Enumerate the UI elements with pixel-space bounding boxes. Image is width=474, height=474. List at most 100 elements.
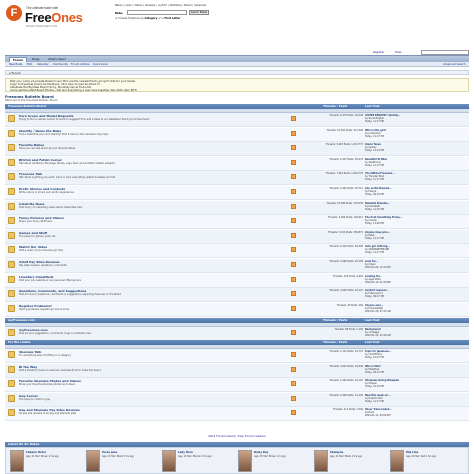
register-link[interactable]: Register — [373, 50, 385, 54]
forum-row[interactable]: Bitchin and Fetish Corner Talk about Amat… — [5, 156, 469, 171]
subtab-community[interactable]: Community — [53, 63, 68, 66]
cam-card[interactable]: Shalayna Age: 22 Hair: Black 4 hrs ago — [314, 450, 388, 472]
rss-feed-icon[interactable] — [291, 330, 296, 335]
cam-thumbnail[interactable] — [162, 450, 176, 472]
forum-row[interactable]: Register Problems? Having problems regist… — [5, 302, 469, 317]
forum-row[interactable]: Celebrity News Post funny or interesting … — [5, 200, 469, 215]
forum-stats: Threads: 2,099 Posts: 22,109 — [329, 260, 363, 263]
forum-row[interactable]: Games and Stuff The place for games, poll… — [5, 229, 469, 244]
cam-info: Age: 25 Hair: Brown 1 hr ago — [254, 455, 286, 458]
last-post-date: Today, 11:17 PM — [365, 163, 384, 167]
subtab-calendar[interactable]: Calendar — [37, 63, 49, 66]
forum-row[interactable]: Favorite Babes Here you can talk about al… — [5, 142, 469, 157]
rss-feed-icon[interactable] — [291, 291, 296, 297]
search-babes-button[interactable]: Search Babes — [189, 10, 209, 15]
subtab-faq[interactable]: FAQ — [27, 63, 32, 66]
forum-last-post: Anyone else... by Frankie2000 2010-01-20, … — [365, 304, 467, 313]
subtab-quick-links[interactable]: Quick Links — [93, 63, 108, 66]
cam-name[interactable]: Shalayna — [330, 451, 343, 454]
cam-thumbnail[interactable] — [314, 450, 328, 472]
cam-name[interactable]: Mia Lina — [406, 451, 418, 454]
cam-card[interactable]: Cabana Hotel Age: 21 Hair: Brown 2 hrs ag… — [10, 450, 84, 472]
cam-name[interactable]: Lady Hera — [178, 451, 193, 454]
rss-feed-icon[interactable] — [291, 232, 296, 238]
rss-feed-icon[interactable] — [291, 159, 296, 165]
forum-stats: Threads: 3,099 Posts: 194,613 — [327, 216, 363, 220]
forum-row[interactable]: Gay and Shemale Pay Sites Reviews All pay… — [5, 407, 469, 422]
forum-row[interactable]: Livestars Classifieds Post your job, webs… — [5, 273, 469, 288]
breadcrumb-forum[interactable]: Forum — [12, 71, 21, 75]
cam-card[interactable]: Daisy Ray Age: 25 Hair: Brown 1 hr ago — [238, 450, 312, 472]
home-icon[interactable]: ⌂ — [9, 71, 11, 75]
forum-description: Post all of your questions, comments or … — [19, 293, 122, 297]
cam-card[interactable]: Tessa Jane Age: 23 Hair: Black 5 hrs ago — [86, 450, 160, 472]
sub-tabs: New Posts FAQ Calendar Community Forum A… — [5, 62, 469, 67]
forum-row[interactable]: Bi the Way Post a thread to have an unkno… — [5, 363, 469, 378]
notice-item[interactable]: Come get the latest Board Photos, chat a… — [10, 89, 137, 92]
babe-search-input[interactable] — [127, 10, 187, 15]
logo-wordmark: FreeOnes — [25, 10, 83, 25]
browse-first-letter-link[interactable]: First Letter — [165, 17, 181, 20]
rss-feed-icon[interactable] — [291, 352, 296, 357]
cam-thumbnail[interactable] — [86, 450, 100, 472]
rss-feed-icon[interactable] — [291, 395, 296, 401]
nav-link[interactable]: WebShop — [170, 4, 182, 7]
last-post-date: Today, 11:17 PM — [365, 251, 384, 255]
cam-name[interactable]: Cabana Hotel — [26, 451, 46, 454]
nav-link[interactable]: Links — [125, 4, 131, 7]
forum-status-icon — [8, 188, 15, 195]
help-link[interactable]: Help — [395, 50, 401, 54]
cam-card[interactable]: Mia Lina Age: 20 Hair: Red 2 hrs ago — [390, 450, 464, 472]
forum-footer-links[interactable]: Mark Forums Read | View Forum Leaders — [5, 434, 469, 440]
rss-feed-icon[interactable] — [291, 366, 296, 372]
forum-row[interactable]: Watch Her Video Post a video of your favo… — [5, 244, 469, 259]
rss-feed-icon[interactable] — [291, 276, 296, 282]
main-tabs: Forum Blogs What's New? — [5, 55, 469, 62]
cam-thumbnail[interactable] — [390, 450, 404, 472]
forum-row[interactable]: Favorite Shemale Photos and Videos Show y… — [5, 378, 469, 393]
nav-link[interactable]: myXXX — [158, 4, 167, 7]
rss-feed-icon[interactable] — [291, 174, 296, 180]
rss-feed-icon[interactable] — [291, 116, 296, 121]
rss-feed-icon[interactable] — [291, 203, 296, 209]
forum-row[interactable]: Erotic Stories and Contests Write a story… — [5, 186, 469, 201]
nav-link[interactable]: Reviews — [145, 4, 155, 7]
advanced-search-link[interactable]: Advanced Search — [443, 63, 466, 66]
forum-description: Talk about anything you want. Good or ba… — [19, 176, 116, 180]
rss-feed-icon[interactable] — [291, 410, 296, 416]
rss-feed-icon[interactable] — [291, 130, 296, 136]
forum-row[interactable]: Shemale Talk For everything else not fitt… — [5, 349, 469, 364]
forum-status-icon — [8, 394, 15, 402]
rss-feed-icon[interactable] — [291, 247, 296, 253]
cam-thumbnail[interactable] — [10, 450, 24, 472]
nav-link[interactable]: Advanced — [194, 4, 206, 7]
rss-feed-icon[interactable] — [291, 381, 296, 387]
forum-row[interactable]: Porn Scene and Model Requests Trying to f… — [5, 113, 469, 128]
nav-link[interactable]: Videos — [134, 4, 142, 7]
rss-feed-icon[interactable] — [291, 189, 296, 194]
subtab-forum-actions[interactable]: Forum Actions — [71, 63, 90, 66]
forum-row[interactable]: Adult Pay Sites Reviews Pay sites reviews… — [5, 259, 469, 274]
forum-stats: Threads: 1,111 Posts: 41,721 — [329, 350, 363, 353]
forum-stats: Threads: 191 Posts: 4,491 — [333, 274, 363, 278]
forum-row[interactable]: myFreeones.com Post all your suggestions,… — [5, 327, 469, 342]
forum-row[interactable]: Questions, Comments, and Suggestions Post… — [5, 288, 469, 303]
cam-thumbnail[interactable] — [238, 450, 252, 472]
cam-name[interactable]: Daisy Ray — [254, 451, 268, 454]
forum-row[interactable]: Identify / Name the Babe Find a babe that… — [5, 127, 469, 142]
nav-link[interactable]: Babes — [115, 4, 123, 7]
nav-link[interactable]: Board — [184, 4, 191, 7]
rss-feed-icon[interactable] — [291, 145, 296, 151]
forum-row[interactable]: Guy Corner The place to chat for guys Thre… — [5, 392, 469, 407]
rss-feed-icon[interactable] — [291, 262, 296, 267]
browse-category-link[interactable]: Category — [144, 17, 157, 20]
forum-row[interactable]: Funny Pictures and Videos Share your funn… — [5, 215, 469, 230]
forum-row[interactable]: Freeones Talk Talk about anything you wan… — [5, 171, 469, 186]
logo[interactable]: F The ultimate babe site! FreeOnes BOARD… — [5, 3, 113, 41]
forum-stats: Threads: 12,091 Posts: 111,504 — [326, 128, 363, 132]
rss-feed-icon[interactable] — [291, 218, 296, 224]
cam-name[interactable]: Tessa Jane — [102, 451, 117, 454]
rss-feed-icon[interactable] — [291, 305, 296, 311]
cam-card[interactable]: Lady Hera Age: 19 Hair: Blonde 3 hrs ago — [162, 450, 236, 472]
subtab-new-posts[interactable]: New Posts — [9, 63, 22, 66]
